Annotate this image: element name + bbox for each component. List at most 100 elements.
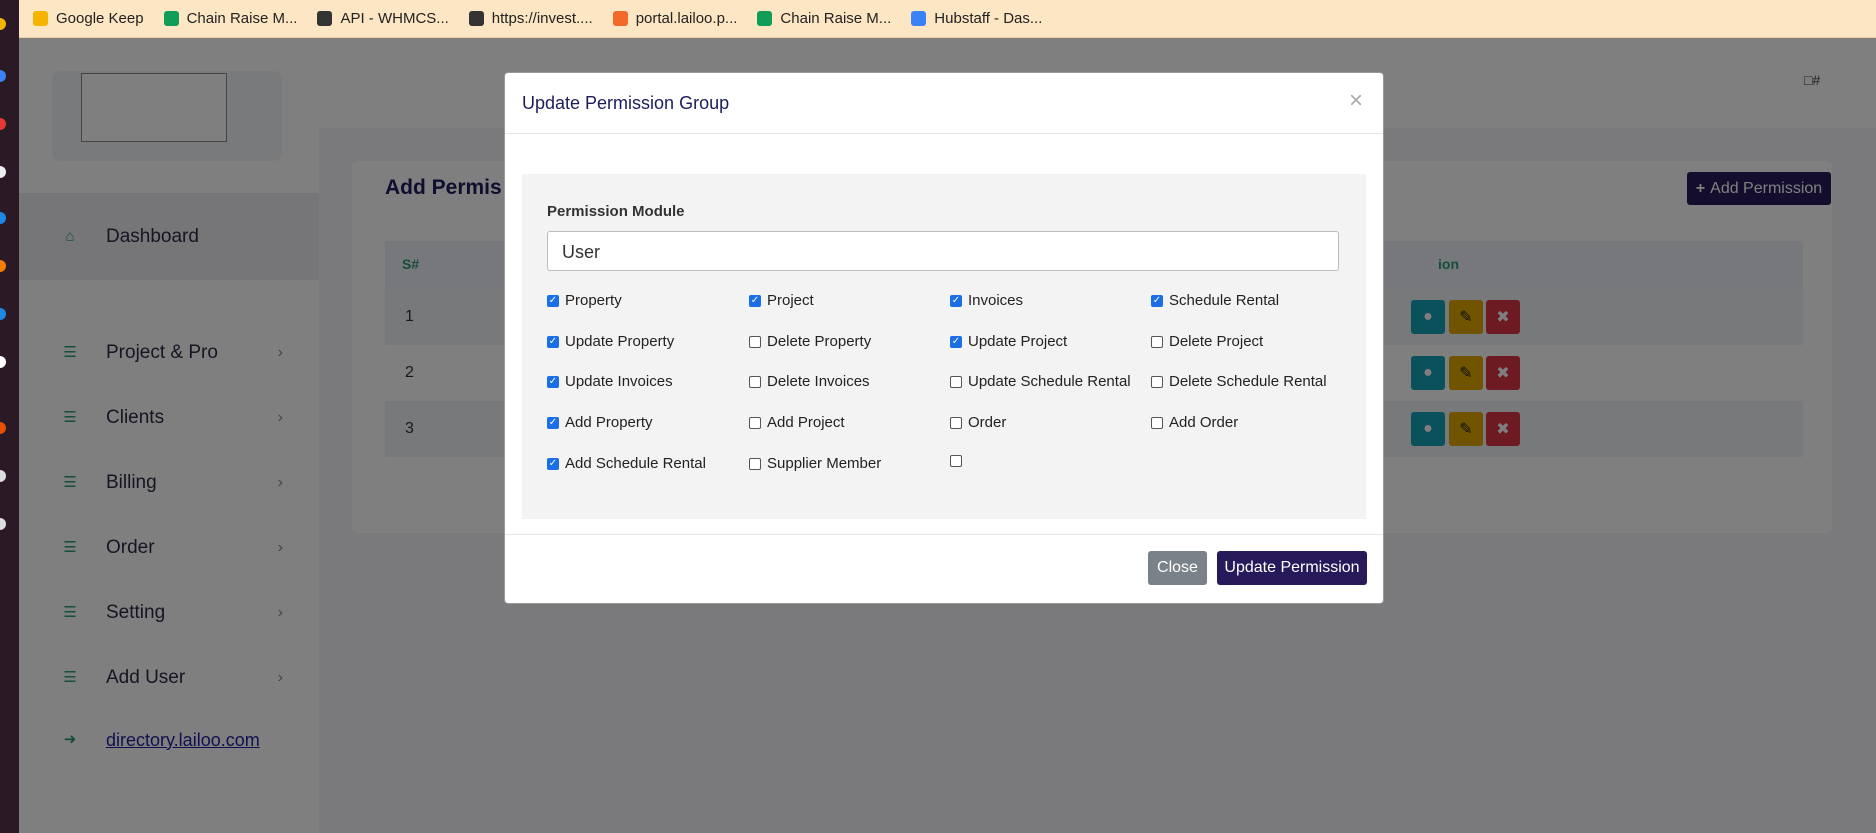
bookmark-label: Google Keep	[56, 10, 144, 27]
permission-label: Property	[565, 292, 622, 309]
permission-label: Project	[767, 292, 814, 309]
modal-body: Permission Module User ✓ Property ✓ Project…	[522, 174, 1366, 519]
permission-checkbox[interactable]: ✓	[547, 416, 559, 429]
permission-update-project[interactable]: ✓ Update Project	[950, 333, 1067, 350]
modal-header: Update Permission Group ×	[505, 73, 1383, 134]
permission-schedule-rental[interactable]: ✓ Schedule Rental	[1151, 292, 1279, 309]
permission-delete-property[interactable]: Delete Property	[749, 333, 871, 350]
permission-label: Order	[968, 414, 1007, 431]
permission-delete-schedule-rental[interactable]: Delete Schedule Rental	[1151, 373, 1327, 390]
dock-app-icon[interactable]	[0, 260, 6, 272]
update-permission-modal: Update Permission Group × Permission Mod…	[504, 72, 1384, 604]
permission-checkbox[interactable]	[749, 457, 761, 470]
permission-add-order[interactable]: Add Order	[1151, 414, 1238, 431]
bookmark-label: Chain Raise M...	[780, 10, 892, 27]
google-keep-icon	[33, 11, 48, 26]
bookmark-item[interactable]: portal.lailoo.p...	[612, 10, 738, 27]
permission-label: Update Project	[968, 333, 1068, 350]
permission-checkbox[interactable]: ✓	[950, 294, 962, 307]
permission-invoices[interactable]: ✓ Invoices	[950, 292, 1023, 309]
permission-project[interactable]: ✓ Project	[749, 292, 814, 309]
globe-icon	[468, 11, 484, 26]
permission-label: Update Property	[565, 333, 675, 350]
permission-label: Delete Project	[1169, 333, 1264, 350]
dock-app-icon[interactable]	[0, 518, 6, 530]
lailoo-icon	[612, 11, 628, 26]
dock-app-icon[interactable]	[0, 212, 6, 224]
permission-property[interactable]: ✓ Property	[547, 292, 622, 309]
modal-title: Update Permission Group	[522, 93, 730, 113]
permission-checkbox[interactable]	[950, 455, 962, 467]
permission-add-project[interactable]: Add Project	[749, 414, 845, 431]
globe-icon	[317, 11, 333, 26]
permission-checkbox[interactable]: ✓	[547, 294, 559, 307]
permission-delete-invoices[interactable]: Delete Invoices	[749, 373, 870, 390]
close-icon[interactable]: ×	[1349, 87, 1363, 115]
permission-add-property[interactable]: ✓ Add Property	[547, 414, 653, 431]
permission-checkbox[interactable]: ✓	[950, 335, 962, 348]
hubstaff-icon	[911, 11, 927, 26]
bookmark-label: Chain Raise M...	[186, 10, 298, 27]
permission-update-property[interactable]: ✓ Update Property	[547, 333, 674, 350]
dock-app-icon[interactable]	[0, 422, 6, 434]
close-button[interactable]: Close	[1148, 551, 1207, 585]
permission-delete-project[interactable]: Delete Project	[1151, 333, 1263, 350]
permission-label: Delete Schedule Rental	[1169, 373, 1327, 390]
bookmark-item[interactable]: Hubstaff - Das...	[911, 10, 1042, 27]
permission-checkbox[interactable]	[749, 375, 761, 388]
update-permission-button[interactable]: Update Permission	[1217, 551, 1367, 585]
permission-label: Delete Property	[767, 333, 872, 350]
permission-add-schedule-rental[interactable]: ✓ Add Schedule Rental	[547, 455, 706, 472]
google-sheets-icon	[757, 11, 773, 26]
permission-label: Update Invoices	[565, 373, 673, 390]
dock-app-icon[interactable]	[0, 166, 6, 178]
permission-order[interactable]: Order	[950, 414, 1006, 431]
permission-checkbox[interactable]: ✓	[1151, 294, 1163, 307]
permission-checkbox[interactable]	[950, 416, 962, 429]
permission-checkbox[interactable]: ✓	[749, 294, 761, 307]
permission-update-schedule-rental[interactable]: Update Schedule Rental	[950, 373, 1131, 390]
permission-label: Add Project	[767, 414, 845, 431]
os-dock	[0, 0, 19, 833]
bookmark-label: https://invest....	[491, 10, 593, 27]
permission-supplier-member[interactable]: Supplier Member	[749, 455, 881, 472]
permission-label: Add Order	[1169, 414, 1239, 431]
bookmark-item[interactable]: https://invest....	[468, 10, 593, 27]
permission-label: Delete Invoices	[767, 373, 870, 390]
dock-app-icon[interactable]	[0, 308, 6, 320]
bookmark-label: API - WHMCS...	[340, 10, 449, 27]
modal-footer: Close Update Permission	[505, 534, 1383, 604]
dock-app-icon[interactable]	[0, 118, 6, 130]
bookmark-item[interactable]: Chain Raise M...	[163, 10, 298, 27]
bookmark-item[interactable]: Google Keep	[33, 10, 144, 27]
bookmark-label: portal.lailoo.p...	[635, 10, 738, 27]
permission-module-label: Permission Module	[547, 203, 685, 220]
permission-label: Add Property	[565, 414, 653, 431]
permission-label: Invoices	[968, 292, 1024, 309]
permission-checkbox[interactable]	[749, 416, 761, 429]
dock-app-icon[interactable]	[0, 356, 6, 368]
permission-update-invoices[interactable]: ✓ Update Invoices	[547, 373, 673, 390]
permission-label: Update Schedule Rental	[968, 373, 1131, 390]
permission-checkbox[interactable]	[749, 335, 761, 348]
dock-app-icon[interactable]	[0, 70, 6, 82]
bookmark-item[interactable]: Chain Raise M...	[757, 10, 891, 27]
dock-app-icon[interactable]	[0, 18, 6, 30]
bookmarks-bar: Google Keep Chain Raise M... API - WHMCS..…	[19, 0, 1876, 38]
bookmark-item[interactable]: API - WHMCS...	[317, 10, 449, 27]
permission-checkbox[interactable]: ✓	[547, 375, 559, 388]
permission-module-input[interactable]: User	[547, 231, 1339, 271]
permission-checkbox[interactable]: ✓	[547, 457, 559, 470]
permission-checkbox[interactable]	[1151, 335, 1163, 348]
dock-app-icon[interactable]	[0, 470, 6, 482]
permission-label: Supplier Member	[767, 455, 882, 472]
bookmark-label: Hubstaff - Das...	[934, 10, 1043, 27]
permission-checkbox[interactable]	[950, 375, 962, 388]
permission-unlabeled[interactable]	[950, 455, 968, 467]
permission-label: Add Schedule Rental	[565, 455, 706, 472]
permission-checkbox[interactable]	[1151, 416, 1163, 429]
permission-label: Schedule Rental	[1169, 292, 1280, 309]
google-sheets-icon	[163, 11, 179, 26]
permission-checkbox[interactable]: ✓	[547, 335, 559, 348]
permission-checkbox[interactable]	[1151, 375, 1163, 388]
